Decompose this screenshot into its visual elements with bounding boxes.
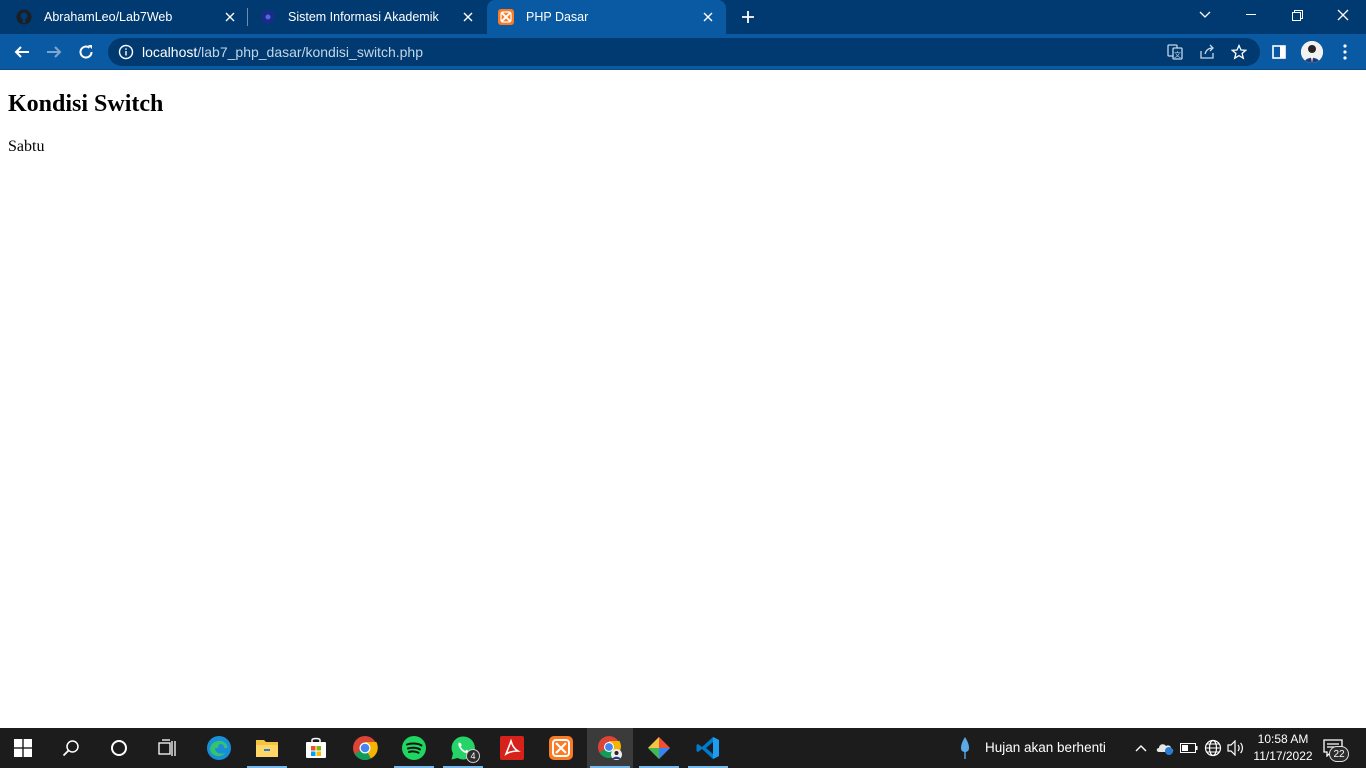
- tab-title: AbrahamLeo/Lab7Web: [44, 10, 173, 24]
- tab-php-dasar[interactable]: PHP Dasar: [487, 0, 726, 34]
- new-tab-button[interactable]: [736, 6, 760, 28]
- onedrive-cloud-icon[interactable]: [1155, 738, 1175, 758]
- vscode-icon[interactable]: [685, 728, 731, 768]
- page-heading: Kondisi Switch: [8, 91, 164, 117]
- cortana-icon[interactable]: [96, 728, 142, 768]
- xampp-icon: [498, 9, 514, 25]
- close-tab-icon[interactable]: [458, 7, 478, 27]
- git-icon[interactable]: [636, 728, 682, 768]
- tab-github[interactable]: AbrahamLeo/Lab7Web: [0, 0, 248, 34]
- bookmark-star-icon[interactable]: [1230, 43, 1248, 61]
- side-panel-button[interactable]: [1266, 39, 1292, 65]
- clock-date: 11/17/2022: [1253, 749, 1313, 763]
- close-tab-icon[interactable]: [220, 7, 240, 27]
- file-explorer-icon[interactable]: [244, 728, 290, 768]
- show-hidden-icons-chevron-icon[interactable]: [1131, 738, 1151, 758]
- whatsapp-unread-badge: 4: [466, 749, 480, 763]
- svg-text:文: 文: [1174, 50, 1181, 59]
- url-text[interactable]: localhost/lab7_php_dasar/kondisi_switch.…: [142, 44, 423, 60]
- tab-sistem-informasi[interactable]: Sistem Informasi Akademik: [248, 0, 486, 34]
- battery-icon[interactable]: [1179, 738, 1199, 758]
- clock-time: 10:58 AM: [1257, 732, 1309, 746]
- close-window-button[interactable]: [1320, 0, 1366, 30]
- reload-button[interactable]: [73, 39, 99, 65]
- switch-output-text: Sabtu: [8, 138, 45, 155]
- chrome-profile-icon[interactable]: [587, 728, 633, 768]
- microsoft-store-icon[interactable]: [293, 728, 339, 768]
- network-globe-icon[interactable]: [1203, 738, 1223, 758]
- tab-title: Sistem Informasi Akademik: [288, 10, 439, 24]
- site-info-icon[interactable]: [118, 44, 134, 60]
- address-bar[interactable]: localhost/lab7_php_dasar/kondisi_switch.…: [108, 38, 1260, 66]
- xampp-taskbar-icon[interactable]: [538, 728, 584, 768]
- minimize-button[interactable]: [1228, 0, 1274, 30]
- url-path: /lab7_php_dasar/kondisi_switch.php: [197, 44, 423, 60]
- start-button[interactable]: [0, 728, 46, 768]
- system-clock[interactable]: 10:58 AM 11/17/2022: [1248, 731, 1318, 765]
- weather-status[interactable]: Hujan akan berhenti: [985, 740, 1106, 755]
- close-tab-icon[interactable]: [698, 7, 718, 27]
- github-icon: [16, 9, 32, 25]
- weather-rain-icon[interactable]: [955, 736, 975, 760]
- browser-tab-strip: AbrahamLeo/Lab7Web Sistem Informasi Akad…: [0, 0, 1366, 34]
- web-page-content: Kondisi Switch Sabtu: [0, 71, 1366, 728]
- tab-title: PHP Dasar: [526, 10, 589, 24]
- chrome-icon[interactable]: [342, 728, 388, 768]
- spotify-icon[interactable]: [391, 728, 437, 768]
- edge-icon[interactable]: [196, 728, 242, 768]
- whatsapp-icon[interactable]: 4: [440, 728, 486, 768]
- search-icon[interactable]: [48, 728, 94, 768]
- browser-toolbar: localhost/lab7_php_dasar/kondisi_switch.…: [0, 34, 1366, 70]
- share-icon[interactable]: [1198, 43, 1216, 61]
- volume-icon[interactable]: [1226, 738, 1246, 758]
- forward-button[interactable]: [41, 39, 67, 65]
- acrobat-icon[interactable]: [489, 728, 535, 768]
- profile-avatar[interactable]: [1301, 41, 1323, 63]
- url-host: localhost: [142, 44, 198, 60]
- notification-count-badge: 22: [1329, 746, 1349, 762]
- academic-site-icon: [260, 9, 276, 25]
- windows-taskbar: 4 Hujan akan berhenti 10:58 AM 11/17/202…: [0, 728, 1366, 768]
- tab-search-button[interactable]: [1182, 0, 1228, 30]
- back-button[interactable]: [9, 39, 35, 65]
- translate-icon[interactable]: 文: [1166, 43, 1184, 61]
- restore-button[interactable]: [1274, 0, 1320, 30]
- task-view-icon[interactable]: [144, 728, 190, 768]
- browser-menu-icon[interactable]: [1332, 39, 1358, 65]
